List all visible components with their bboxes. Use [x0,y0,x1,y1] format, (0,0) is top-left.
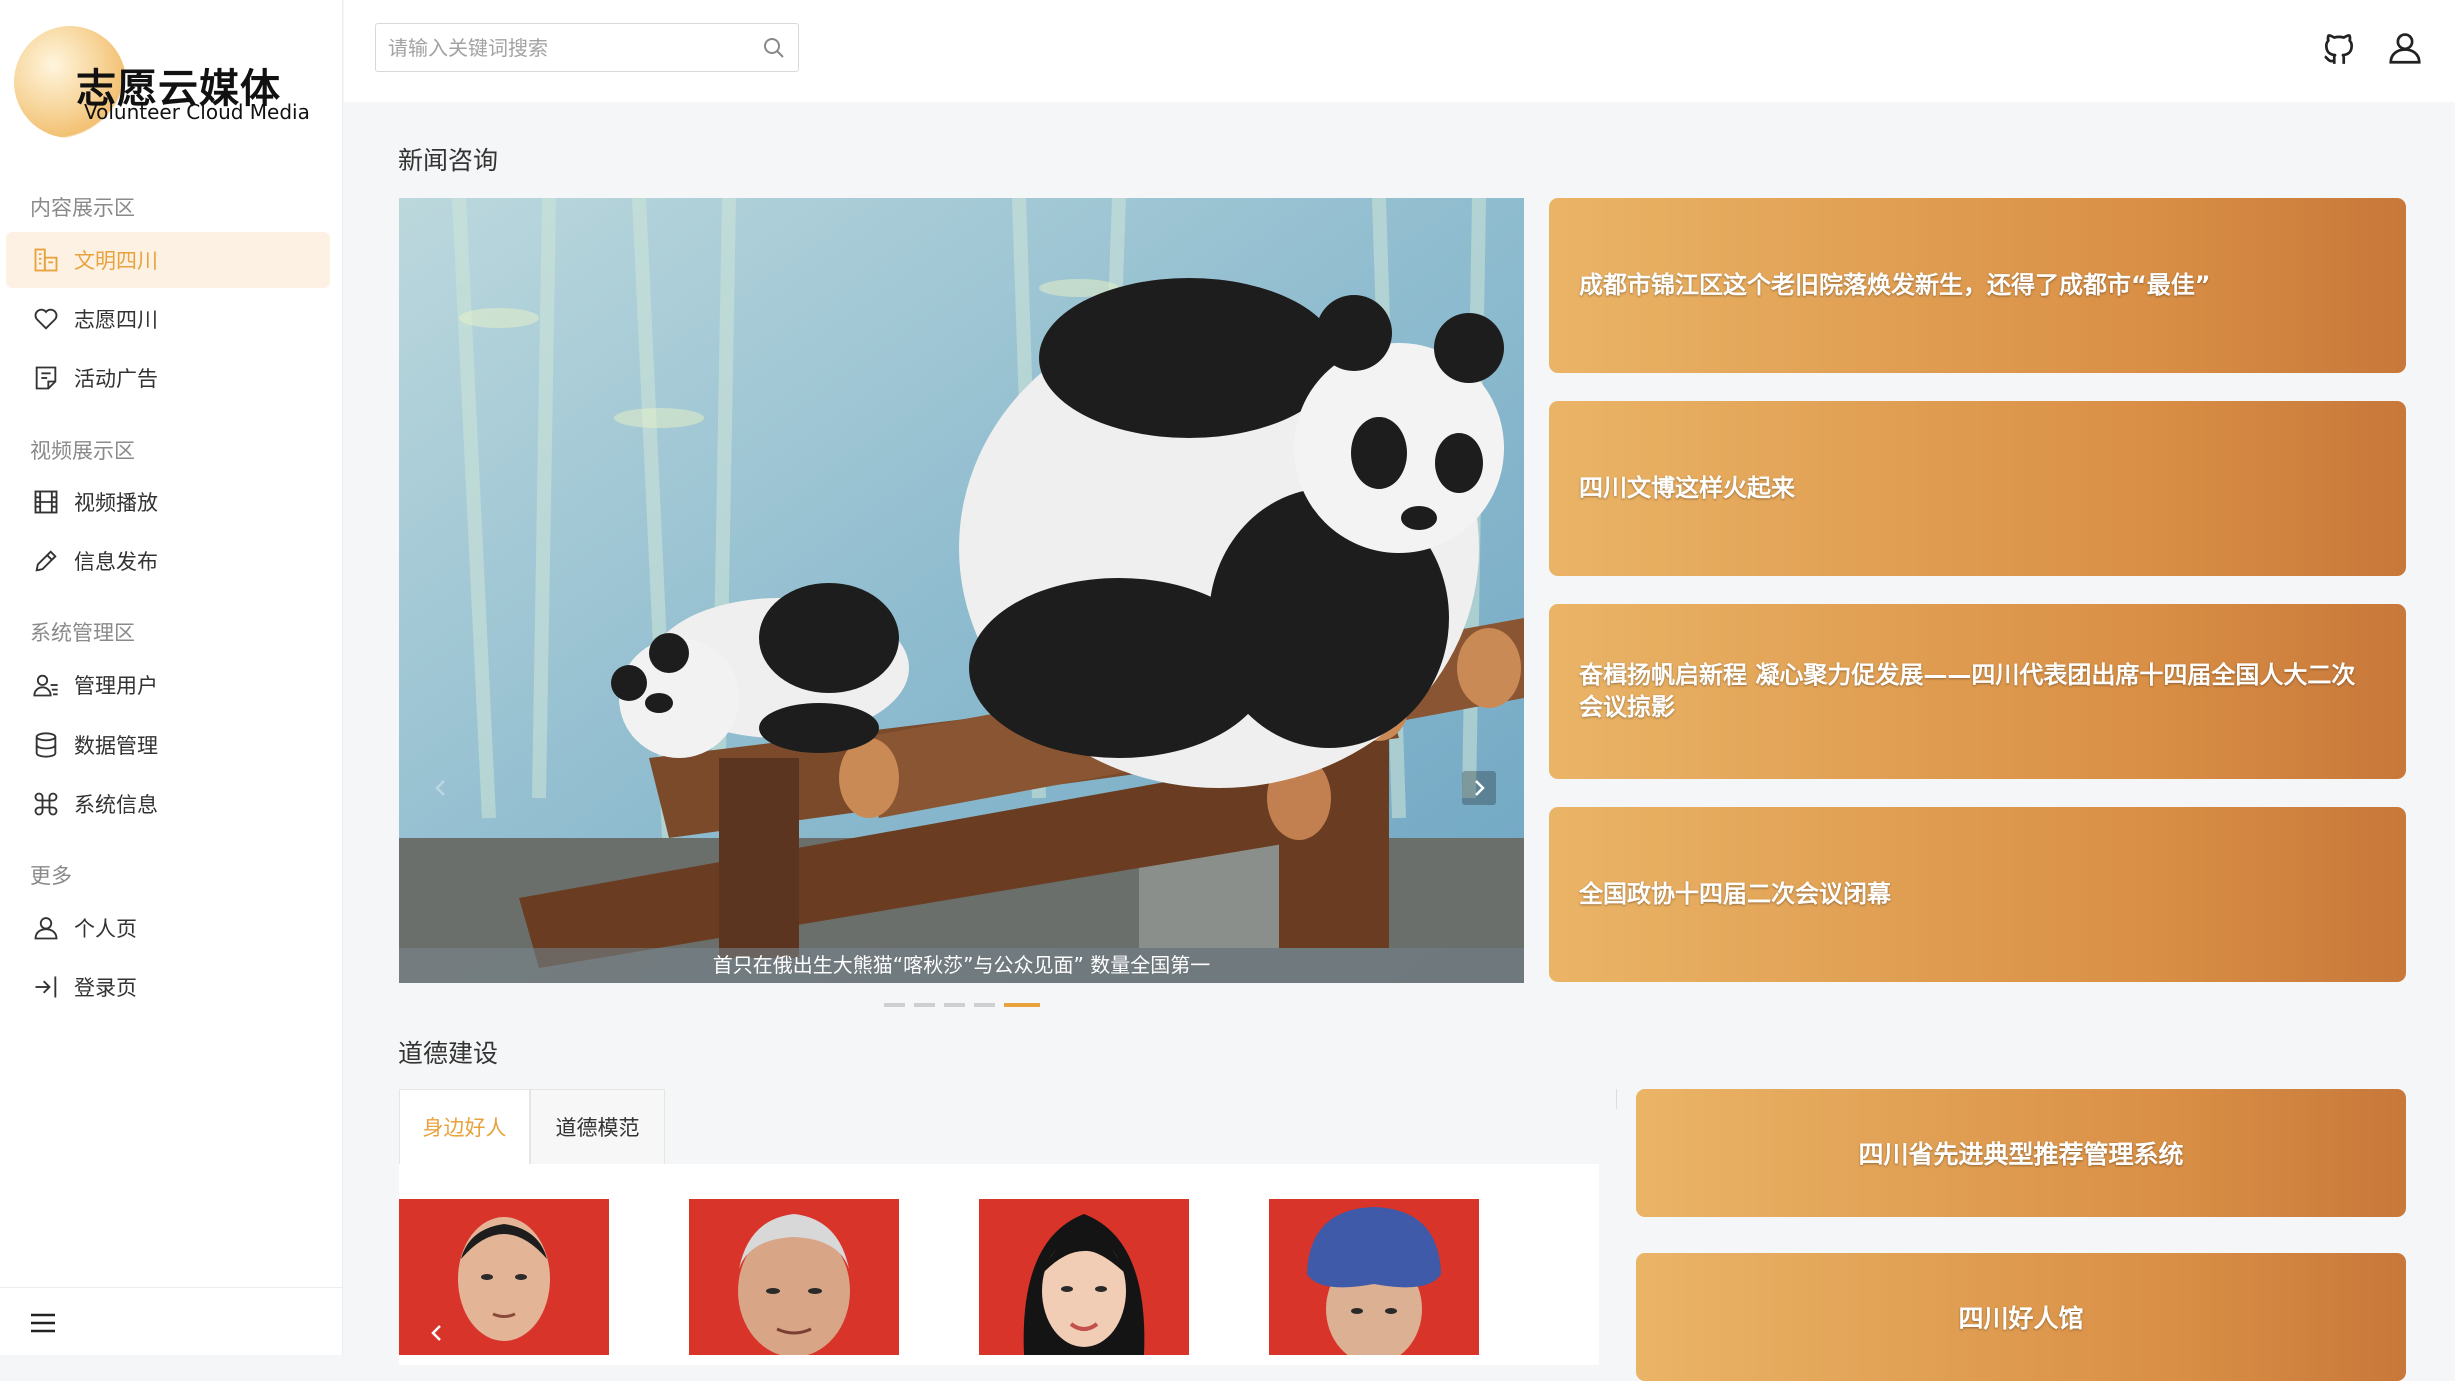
command-icon [34,792,58,816]
search-box [375,23,799,72]
sidebar-item-system-info[interactable]: 系统信息 [6,776,330,832]
notepad-icon [35,366,57,390]
morality-section-title: 道德建设 [398,1039,499,1068]
news-card-title: 四川文博这样火起来 [1579,473,1795,502]
portrait-card[interactable] [979,1199,1189,1355]
sidebar-item-label: 信息发布 [74,550,158,574]
carousel-dot[interactable] [914,1003,935,1007]
film-icon [34,490,58,514]
sidebar-item-label: 数据管理 [74,734,158,758]
carousel-caption: 首只在俄出生大熊猫“喀秋莎”与公众见面” 数量全国第一 [399,948,1524,983]
login-icon [35,976,57,998]
section-title-more: 更多 [30,864,72,888]
tab-moral-models[interactable]: 道德模范 [530,1089,665,1164]
sidebar-item-label: 志愿四川 [74,308,158,332]
top-header [344,0,2455,102]
sidebar-item-civilized-sichuan[interactable]: 文明四川 [6,232,330,288]
logo[interactable]: 志愿云媒体 Volunteer Cloud Media [14,26,324,146]
portrait-card[interactable] [689,1199,899,1355]
news-carousel[interactable]: 首只在俄出生大熊猫“喀秋莎”与公众见面” 数量全国第一 [399,198,1524,983]
portrait-man-2 [689,1199,899,1355]
news-card[interactable]: 奋楫扬帆启新程 凝心聚力促发展——四川代表团出席十四届全国人大二次会议掠影 [1549,604,2406,779]
section-title-content: 内容展示区 [30,196,135,220]
news-card-title: 奋楫扬帆启新程 凝心聚力促发展——四川代表团出席十四届全国人大二次会议掠影 [1579,661,2356,721]
sidebar-item-label: 活动广告 [74,367,158,391]
sidebar-item-label: 管理用户 [74,674,158,698]
section-divider [1616,1089,1617,1109]
portrait-prev-icon[interactable] [427,1321,447,1345]
building-icon [34,248,58,272]
link-card-label: 四川好人馆 [1958,1304,2084,1333]
link-card-good-people-hall[interactable]: 四川好人馆 [1636,1253,2406,1381]
menu-icon[interactable] [28,1310,58,1336]
heart-icon [34,308,58,330]
portrait-woman [979,1199,1189,1355]
section-title-video: 视频展示区 [30,439,135,463]
carousel-dot-active[interactable] [1004,1003,1040,1007]
sidebar-item-label: 登录页 [74,976,137,1000]
sidebar-divider [0,1287,343,1288]
portrait-card[interactable] [1269,1199,1479,1355]
sidebar-item-login[interactable]: 登录页 [6,959,330,1015]
carousel-dot[interactable] [974,1003,995,1007]
news-card[interactable]: 全国政协十四届二次会议闭幕 [1549,807,2406,982]
news-card-title: 全国政协十四届二次会议闭幕 [1579,879,1891,908]
sidebar: 志愿云媒体 Volunteer Cloud Media 内容展示区 文明四川 志… [0,0,343,1355]
sidebar-item-data-management[interactable]: 数据管理 [6,717,330,773]
search-icon[interactable] [762,36,786,60]
link-card-typical-system[interactable]: 四川省先进典型推荐管理系统 [1636,1089,2406,1217]
logo-subtitle: Volunteer Cloud Media [84,100,310,124]
news-card[interactable]: 成都市锦江区这个老旧院落焕发新生，还得了成都市“最佳” [1549,198,2406,373]
user-list-icon [33,674,58,697]
news-card[interactable]: 四川文博这样火起来 [1549,401,2406,576]
carousel-dot[interactable] [944,1003,965,1007]
sidebar-item-publish-info[interactable]: 信息发布 [6,533,330,589]
sidebar-item-activity-ads[interactable]: 活动广告 [6,350,330,406]
carousel-dot[interactable] [884,1003,905,1007]
news-card-title: 成都市锦江区这个老旧院落焕发新生，还得了成都市“最佳” [1579,270,2211,299]
sidebar-item-label: 文明四川 [74,249,158,273]
user-avatar-icon[interactable] [2386,28,2424,68]
sidebar-item-manage-users[interactable]: 管理用户 [6,657,330,713]
database-icon [35,732,57,758]
search-input[interactable] [376,24,746,71]
pencil-icon [35,550,57,572]
sidebar-item-label: 系统信息 [74,793,158,817]
sidebar-item-profile[interactable]: 个人页 [6,900,330,956]
carousel-next-icon[interactable] [1462,771,1496,805]
sidebar-item-video-play[interactable]: 视频播放 [6,474,330,530]
carousel-prev-icon[interactable] [424,771,458,805]
news-section-title: 新闻咨询 [398,146,499,175]
portrait-card[interactable] [399,1199,609,1355]
github-icon[interactable] [2320,28,2358,68]
section-title-system: 系统管理区 [30,621,135,645]
carousel-indicators [884,1003,1040,1007]
panda-photo [399,198,1524,983]
sidebar-item-volunteer-sichuan[interactable]: 志愿四川 [6,291,330,347]
portrait-elder-woman [1269,1199,1479,1355]
sidebar-item-label: 个人页 [74,917,137,941]
user-icon [34,917,58,940]
link-card-label: 四川省先进典型推荐管理系统 [1858,1140,2184,1169]
tab-good-people[interactable]: 身边好人 [399,1089,530,1164]
sidebar-item-label: 视频播放 [74,491,158,515]
